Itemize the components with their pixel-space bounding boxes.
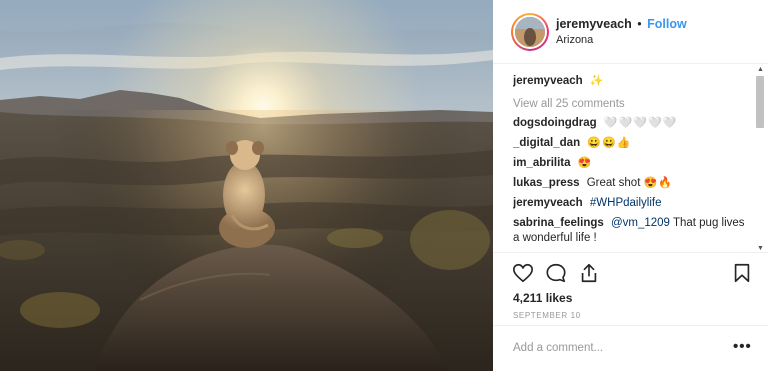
add-comment-input[interactable] bbox=[513, 342, 713, 354]
comment-username[interactable]: _digital_dan bbox=[513, 137, 580, 149]
caption: jeremyveach ✨ bbox=[513, 74, 751, 89]
comment-emoji: 😍🔥 bbox=[643, 177, 674, 189]
share-icon[interactable] bbox=[578, 262, 600, 284]
comments-list[interactable]: jeremyveach ✨ View all 25 comments dogsd… bbox=[513, 70, 751, 252]
comment-username[interactable]: jeremyveach bbox=[513, 197, 583, 209]
comment-emoji: 🤍🤍🤍🤍🤍 bbox=[603, 117, 678, 129]
avatar-image bbox=[515, 17, 545, 47]
likes-count[interactable]: 4,211 likes bbox=[513, 291, 572, 305]
comment-icon[interactable] bbox=[545, 262, 567, 284]
separator-dot: • bbox=[637, 17, 642, 31]
comment-username[interactable]: lukas_press bbox=[513, 177, 580, 189]
post-actions: 4,211 likes SEPTEMBER 10 bbox=[493, 252, 768, 324]
avatar[interactable] bbox=[513, 15, 547, 49]
post-details-panel: jeremyveach • Follow Arizona jeremyveach… bbox=[493, 0, 768, 371]
post-date: SEPTEMBER 10 bbox=[513, 311, 581, 320]
header-title-row: jeremyveach • Follow bbox=[556, 17, 687, 31]
comment-emoji: 😀😀👍 bbox=[587, 137, 632, 149]
scroll-thumb[interactable] bbox=[756, 76, 764, 128]
post-photo[interactable] bbox=[0, 0, 493, 371]
comment-item: _digital_dan 😀😀👍 bbox=[513, 136, 751, 151]
bookmark-icon[interactable] bbox=[731, 262, 753, 284]
heart-icon[interactable] bbox=[512, 262, 534, 284]
comment-emoji: 😍 bbox=[577, 157, 593, 169]
comment-item: sabrina_feelings @vm_1209 That pug lives… bbox=[513, 216, 751, 246]
comment-item: dogsdoingdrag 🤍🤍🤍🤍🤍 bbox=[513, 116, 751, 131]
comment-text: Great shot bbox=[586, 177, 641, 189]
comment-username[interactable]: dogsdoingdrag bbox=[513, 117, 597, 129]
comment-username[interactable]: sabrina_feelings bbox=[513, 217, 604, 229]
follow-button[interactable]: Follow bbox=[647, 17, 687, 31]
post-header: jeremyveach • Follow Arizona bbox=[493, 0, 768, 64]
comment-item: jeremyveach #WHPdailylife bbox=[513, 196, 751, 211]
more-options-icon[interactable]: ••• bbox=[733, 338, 752, 355]
sparkle-icon: ✨ bbox=[589, 75, 605, 87]
desert-dog-photo bbox=[0, 0, 493, 371]
view-all-comments-link[interactable]: View all 25 comments bbox=[513, 98, 751, 110]
post-author-username[interactable]: jeremyveach bbox=[556, 17, 632, 31]
scroll-up-arrow-icon[interactable]: ▲ bbox=[757, 66, 764, 73]
location-link[interactable]: Arizona bbox=[556, 34, 593, 46]
comment-item: im_abrilita 😍 bbox=[513, 156, 751, 171]
comment-username[interactable]: im_abrilita bbox=[513, 157, 571, 169]
caption-username[interactable]: jeremyveach bbox=[513, 75, 583, 87]
mention-link[interactable]: @vm_1209 bbox=[611, 217, 670, 229]
comment-item: lukas_press Great shot 😍🔥 bbox=[513, 176, 751, 191]
add-comment-bar: ••• bbox=[493, 325, 768, 371]
scroll-down-arrow-icon[interactable]: ▼ bbox=[757, 245, 764, 252]
hashtag-link[interactable]: #WHPdailylife bbox=[590, 197, 662, 209]
story-ring[interactable] bbox=[511, 13, 549, 51]
comments-scrollbar[interactable]: ▲ ▼ bbox=[755, 64, 765, 252]
